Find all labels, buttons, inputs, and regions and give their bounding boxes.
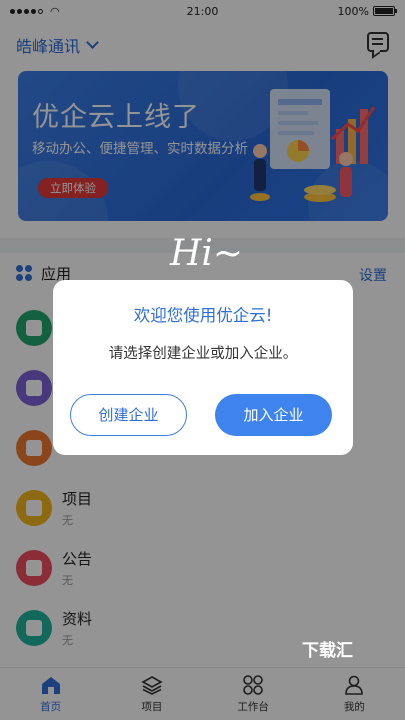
welcome-dialog: 欢迎您使用优企云! 请选择创建企业或加入企业。 创建企业 加入企业 bbox=[53, 280, 353, 455]
dialog-message: 请选择创建企业或加入企业。 bbox=[108, 346, 298, 362]
create-company-button[interactable]: 创建企业 bbox=[70, 394, 187, 436]
join-company-button[interactable]: 加入企业 bbox=[215, 394, 332, 436]
dialog-title: 欢迎您使用优企云! bbox=[133, 306, 273, 325]
greeting-text: Hi~ bbox=[170, 233, 244, 274]
watermark-text: 下载汇 bbox=[302, 641, 353, 661]
